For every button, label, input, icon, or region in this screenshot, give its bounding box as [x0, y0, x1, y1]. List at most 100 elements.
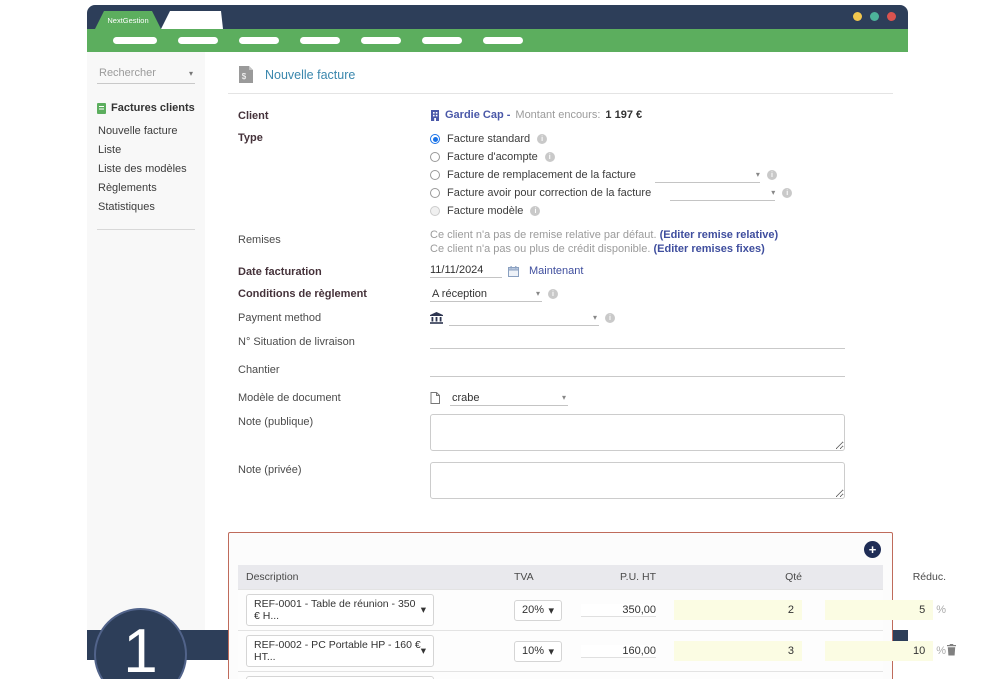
modele-row: Modèle de document crabe ▾ — [238, 390, 893, 406]
radio-icon[interactable] — [430, 206, 440, 216]
client-name-link[interactable]: Gardie Cap - — [445, 109, 510, 121]
sidebar-item[interactable]: Nouvelle facture — [97, 122, 195, 141]
brand-tab[interactable]: NextGestion — [95, 11, 161, 29]
line-description: REF-0001 - Table de réunion - 350 € H... — [254, 598, 421, 622]
page: NextGestion Rechercher ▾ Factures client… — [0, 0, 1000, 679]
date-input[interactable]: 11/11/2024 — [430, 264, 502, 278]
chevron-down-icon: ▾ — [421, 645, 426, 657]
line-tva: 20% — [522, 604, 544, 616]
note-private-value — [430, 462, 893, 502]
line-reduc-input[interactable] — [825, 641, 933, 661]
info-icon[interactable]: i — [782, 188, 792, 198]
chantier-input[interactable] — [430, 362, 845, 377]
payment-label: Payment method — [238, 310, 430, 326]
line-tva-select[interactable]: 20% ▾ — [514, 600, 562, 621]
situation-label: N° Situation de livraison — [238, 334, 430, 352]
col-reduc: Réduc. — [820, 571, 946, 583]
chevron-down-icon: ▾ — [548, 645, 554, 658]
sidebar-section-label: Factures clients — [111, 102, 195, 114]
note-private-textarea[interactable] — [430, 462, 845, 499]
page-header: $ Nouvelle facture — [228, 62, 893, 93]
line-reduc-input[interactable] — [825, 600, 933, 620]
info-icon[interactable]: i — [548, 289, 558, 299]
nav-pill[interactable] — [113, 37, 157, 44]
line-pu-ht-input[interactable] — [581, 645, 656, 658]
line-description: REF-0002 - PC Portable HP - 160 € HT... — [254, 639, 421, 663]
line-qte-input[interactable] — [674, 600, 802, 620]
type-option-label: Facture de remplacement de la facture — [447, 169, 636, 181]
related-invoice-select[interactable]: ▾ — [670, 186, 775, 201]
sidebar-item[interactable]: Liste — [97, 141, 195, 160]
now-link[interactable]: Maintenant — [529, 265, 583, 277]
nav-pill[interactable] — [300, 37, 340, 44]
conditions-select[interactable]: A réception ▾ — [430, 286, 542, 302]
type-option[interactable]: Facture standardi — [430, 130, 893, 148]
sidebar-item[interactable]: Liste des modèles — [97, 160, 195, 179]
window-dot-teal[interactable] — [870, 12, 879, 21]
document-icon — [430, 392, 440, 404]
info-icon[interactable]: i — [537, 134, 547, 144]
situation-row: N° Situation de livraison — [238, 334, 893, 352]
radio-icon[interactable] — [430, 152, 440, 162]
sidebar-item[interactable]: Règlements — [97, 179, 195, 198]
payment-select[interactable]: ▾ — [449, 310, 599, 326]
line-pu-ht-input[interactable] — [581, 604, 656, 617]
type-option[interactable]: Facture avoir pour correction de la fact… — [430, 184, 893, 202]
percent-unit: % — [936, 604, 946, 616]
radio-icon[interactable] — [430, 170, 440, 180]
type-option[interactable]: Facture modèlei — [430, 202, 893, 220]
window-dot-yellow[interactable] — [853, 12, 862, 21]
note-public-textarea[interactable] — [430, 414, 845, 451]
chevron-down-icon: ▾ — [421, 604, 426, 616]
line-tva-select[interactable]: 10%▾ — [514, 641, 562, 662]
related-invoice-select[interactable]: ▾ — [655, 168, 760, 183]
line-description-select[interactable]: REF-0001 - Table de réunion - 350 € H...… — [246, 594, 434, 626]
sidebar-section-factures-clients[interactable]: Factures clients — [97, 102, 195, 114]
info-icon[interactable]: i — [605, 313, 615, 323]
type-option[interactable]: Facture d'acomptei — [430, 148, 893, 166]
payment-value: ▾ i — [430, 310, 893, 326]
modele-selected: crabe — [452, 392, 480, 404]
add-line-button[interactable]: + — [864, 541, 881, 558]
window-dots — [853, 12, 896, 21]
edit-remise-relative-link[interactable]: (Editer remise relative) — [660, 229, 779, 241]
table-row: REF-0003 - Imprimante HP - 0 € HT - S...… — [238, 671, 883, 679]
main-content: $ Nouvelle facture Client Gardie Cap - M… — [205, 52, 908, 630]
situation-input[interactable] — [430, 334, 845, 349]
nav-pill[interactable] — [361, 37, 401, 44]
line-description-select[interactable]: REF-0002 - PC Portable HP - 160 € HT...▾ — [246, 635, 434, 667]
modele-select[interactable]: crabe ▾ — [450, 390, 568, 406]
client-value: Gardie Cap - Montant encours: 1 197 € — [430, 108, 893, 122]
payment-row: Payment method ▾ i — [238, 310, 893, 326]
radio-icon[interactable] — [430, 134, 440, 144]
chevron-down-icon: ▾ — [562, 393, 566, 402]
line-qte-input[interactable] — [674, 641, 802, 661]
col-qte: Qté — [674, 571, 802, 583]
col-pu-ht: P.U. HT — [574, 571, 656, 583]
info-icon[interactable]: i — [545, 152, 555, 162]
sidebar-search-select[interactable]: Rechercher ▾ — [97, 65, 195, 84]
trash-icon[interactable] — [946, 644, 957, 659]
encours-label: Montant encours: — [515, 109, 600, 121]
note-public-row: Note (publique) — [238, 414, 893, 454]
nav-pill[interactable] — [422, 37, 462, 44]
chevron-down-icon: ▾ — [548, 604, 554, 617]
main-nav — [87, 29, 908, 52]
radio-icon[interactable] — [430, 188, 440, 198]
percent-unit: % — [936, 645, 946, 657]
info-icon[interactable]: i — [767, 170, 777, 180]
type-option-label: Facture avoir pour correction de la fact… — [447, 187, 651, 199]
nav-pill[interactable] — [239, 37, 279, 44]
nav-pill[interactable] — [178, 37, 218, 44]
sidebar-item[interactable]: Statistiques — [97, 198, 195, 217]
window-dot-red[interactable] — [887, 12, 896, 21]
edit-remises-fixes-link[interactable]: (Editer remises fixes) — [653, 243, 764, 255]
note-public-value — [430, 414, 893, 454]
calendar-icon[interactable] — [508, 266, 519, 277]
blank-tab[interactable] — [161, 11, 223, 29]
chantier-row: Chantier — [238, 362, 893, 380]
nav-pill[interactable] — [483, 37, 523, 44]
lines-header-row: Description TVA P.U. HT Qté Réduc. — [238, 565, 883, 589]
type-option[interactable]: Facture de remplacement de la facture ▾ i — [430, 166, 893, 184]
info-icon[interactable]: i — [530, 206, 540, 216]
